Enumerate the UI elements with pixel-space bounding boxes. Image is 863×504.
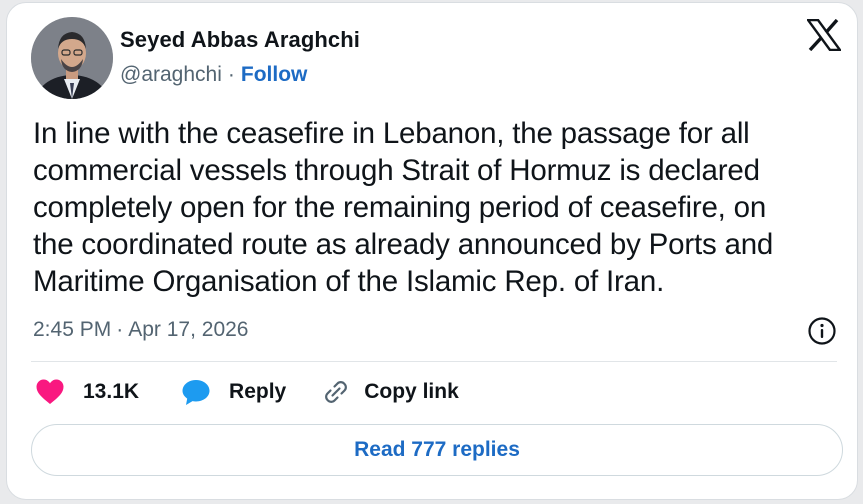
speech-bubble-icon (182, 380, 210, 405)
avatar-image (31, 17, 113, 99)
tweet-text: In line with the ceasefire in Lebanon, t… (33, 115, 853, 300)
tweet-text-line: Maritime Organisation of the Islamic Rep… (33, 265, 665, 298)
author-avatar[interactable] (31, 17, 113, 99)
reply-button[interactable]: Reply (181, 378, 286, 406)
handle-separator: · (227, 63, 235, 86)
copy-link-button[interactable]: Copy link (322, 378, 459, 406)
author-handle-row: @araghchi · Follow (120, 63, 307, 87)
tweet-card: Seyed Abbas Araghchi @araghchi · Follow In… (6, 2, 858, 500)
tweet-text-line: commercial vessels through Strait of Hor… (33, 154, 760, 187)
like-count: 13.1K (83, 380, 140, 403)
like-button[interactable]: 13.1K (35, 378, 139, 406)
tweet-text-line: In line with the ceasefire in Lebanon, t… (33, 117, 750, 150)
tweet-time: 2:45 PM (33, 318, 112, 341)
link-icon (325, 381, 348, 403)
copy-link-label: Copy link (364, 380, 459, 403)
actions-divider (31, 361, 837, 362)
author-handle[interactable]: @araghchi (120, 63, 222, 86)
info-icon[interactable] (807, 316, 837, 346)
follow-button[interactable]: Follow (241, 63, 308, 86)
tweet-text-line: the coordinated route as already announc… (33, 228, 774, 261)
tweet-timestamp[interactable]: 2:45 PM · Apr 17, 2026 (33, 318, 248, 342)
tweet-date: Apr 17, 2026 (128, 318, 249, 341)
x-logo-icon[interactable] (805, 18, 843, 52)
read-replies-button[interactable]: Read 777 replies (31, 424, 843, 476)
timestamp-separator: · (116, 318, 124, 341)
tweet-text-line: completely open for the remaining period… (33, 191, 767, 224)
reply-label: Reply (229, 380, 287, 403)
tweet-actions: 13.1K Reply Copy link (35, 378, 459, 406)
heart-icon (36, 379, 64, 404)
author-name[interactable]: Seyed Abbas Araghchi (120, 27, 360, 53)
